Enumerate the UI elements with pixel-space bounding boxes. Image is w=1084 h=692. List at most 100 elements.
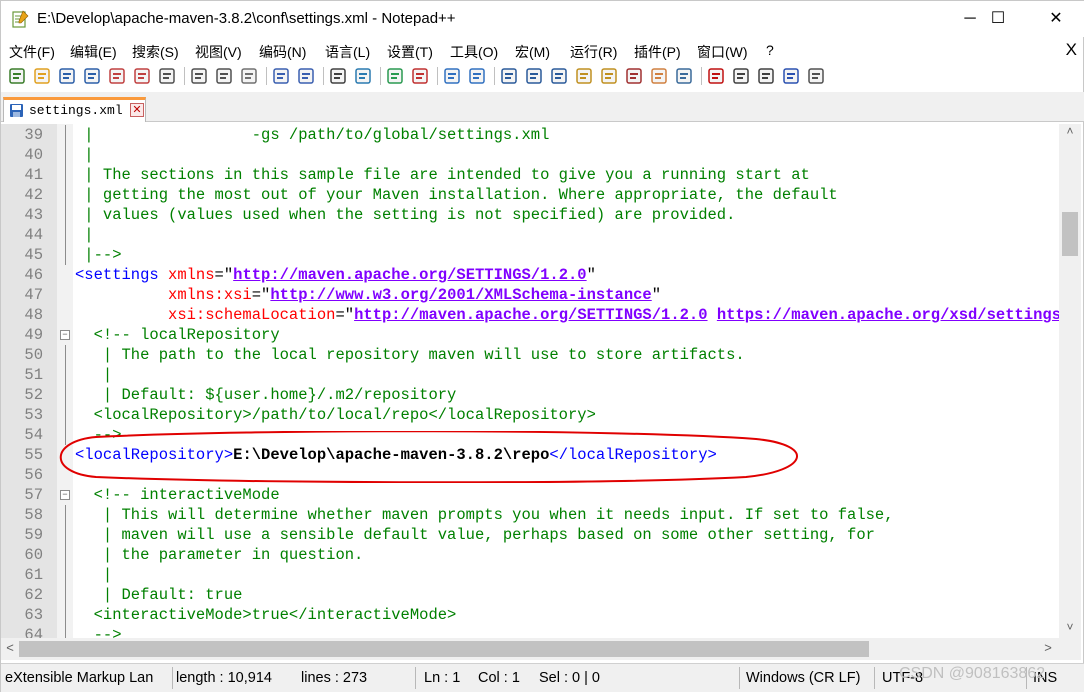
line-number: 52 bbox=[24, 386, 43, 404]
scroll-left-button[interactable]: < bbox=[3, 640, 17, 658]
line-number: 46 bbox=[24, 266, 43, 284]
code-line[interactable]: 56 bbox=[1, 465, 1059, 485]
record-macro-icon[interactable] bbox=[706, 66, 726, 86]
menu-encoding[interactable]: 编码(N) bbox=[259, 42, 306, 62]
run-macro-multiple-icon[interactable] bbox=[781, 66, 801, 86]
status-sel: Sel : 0 | 0 bbox=[539, 670, 600, 686]
tab-settings-xml[interactable]: settings.xml ✕ bbox=[3, 97, 146, 122]
notepadpp-app-icon bbox=[12, 10, 29, 28]
line-number: 56 bbox=[24, 466, 43, 484]
udl-icon[interactable] bbox=[574, 66, 594, 86]
tab-close-button[interactable]: ✕ bbox=[130, 103, 144, 117]
menu-help[interactable]: ? bbox=[766, 42, 774, 58]
vertical-scrollbar[interactable]: ˄ ˅ bbox=[1059, 124, 1081, 638]
menu-edit[interactable]: 编辑(E) bbox=[70, 42, 117, 62]
play-macro-icon[interactable] bbox=[756, 66, 776, 86]
code-line[interactable]: 48 xsi:schemaLocation="http://maven.apac… bbox=[1, 305, 1059, 325]
horizontal-scroll-thumb[interactable] bbox=[19, 641, 869, 657]
code-line[interactable]: 53 <localRepository>/path/to/local/repo<… bbox=[1, 405, 1059, 425]
undo-icon[interactable] bbox=[271, 66, 291, 86]
code-line[interactable]: 63 <interactiveMode>true</interactiveMod… bbox=[1, 605, 1059, 625]
code-line[interactable]: 46 <settings xmlns="http://maven.apache.o… bbox=[1, 265, 1059, 285]
code-line[interactable]: 58 | This will determine whether maven p… bbox=[1, 505, 1059, 525]
doc-map-icon[interactable] bbox=[599, 66, 619, 86]
code-editor[interactable]: 39 | -gs /path/to/global/settings.xml 40 … bbox=[1, 124, 1059, 638]
code-line[interactable]: 64 --> bbox=[1, 625, 1059, 638]
menu-language[interactable]: 语言(L) bbox=[325, 42, 370, 62]
menu-view[interactable]: 视图(V) bbox=[195, 42, 242, 62]
menu-plugins[interactable]: 插件(P) bbox=[634, 42, 681, 62]
scroll-down-button[interactable]: ˅ bbox=[1059, 620, 1081, 638]
scroll-up-button[interactable]: ˄ bbox=[1059, 124, 1081, 142]
code-line[interactable]: 42 | getting the most out of your Maven … bbox=[1, 185, 1059, 205]
status-eol[interactable]: Windows (CR LF) bbox=[746, 670, 860, 686]
menu-window[interactable]: 窗口(W) bbox=[697, 42, 748, 62]
menu-search[interactable]: 搜索(S) bbox=[132, 42, 179, 62]
code-line[interactable]: 41 | The sections in this sample file ar… bbox=[1, 165, 1059, 185]
new-file-icon[interactable] bbox=[7, 66, 27, 86]
print-icon[interactable] bbox=[157, 66, 177, 86]
code-line[interactable]: 62 | Default: true bbox=[1, 585, 1059, 605]
title-bar[interactable]: E:\Develop\apache-maven-3.8.2\conf\setti… bbox=[1, 1, 1084, 37]
code-line[interactable]: 39 | -gs /path/to/global/settings.xml bbox=[1, 125, 1059, 145]
code-line[interactable]: 55 <localRepository>E:\Develop\apache-mav… bbox=[1, 445, 1059, 465]
save-all-icon[interactable] bbox=[82, 66, 102, 86]
code-text: | bbox=[75, 226, 94, 244]
cut-icon[interactable] bbox=[189, 66, 209, 86]
tab-bar: settings.xml ✕ bbox=[1, 92, 1084, 122]
code-line[interactable]: 52 | Default: ${user.home}/.m2/repositor… bbox=[1, 385, 1059, 405]
fold-guide-line bbox=[65, 345, 66, 365]
scroll-right-button[interactable]: > bbox=[1041, 640, 1055, 658]
redo-icon[interactable] bbox=[296, 66, 316, 86]
menu-macro[interactable]: 宏(M) bbox=[515, 42, 550, 62]
zoom-out-icon[interactable] bbox=[410, 66, 430, 86]
code-line[interactable]: 59 | maven will use a sensible default v… bbox=[1, 525, 1059, 545]
status-language[interactable]: eXtensible Markup Lan bbox=[5, 670, 153, 686]
code-line[interactable]: 49 − <!-- localRepository bbox=[1, 325, 1059, 345]
show-all-chars-icon[interactable] bbox=[524, 66, 544, 86]
find-icon[interactable] bbox=[328, 66, 348, 86]
close-icon[interactable] bbox=[107, 66, 127, 86]
open-file-icon[interactable] bbox=[32, 66, 52, 86]
code-line[interactable]: 61 | bbox=[1, 565, 1059, 585]
menu-tools[interactable]: 工具(O) bbox=[450, 42, 498, 62]
code-line[interactable]: 50 | The path to the local repository ma… bbox=[1, 345, 1059, 365]
code-line[interactable]: 51 | bbox=[1, 365, 1059, 385]
menu-run[interactable]: 运行(R) bbox=[570, 42, 617, 62]
horizontal-scrollbar[interactable]: < > bbox=[1, 638, 1059, 660]
code-text: | the parameter in question. bbox=[75, 546, 364, 564]
code-line[interactable]: 54 --> bbox=[1, 425, 1059, 445]
save-macro-icon[interactable] bbox=[806, 66, 826, 86]
paste-icon[interactable] bbox=[239, 66, 259, 86]
fold-collapse-icon[interactable]: − bbox=[60, 490, 70, 500]
monitoring-icon[interactable] bbox=[674, 66, 694, 86]
sync-vertical-icon[interactable] bbox=[442, 66, 462, 86]
code-line[interactable]: 57 − <!-- interactiveMode bbox=[1, 485, 1059, 505]
stop-recording-icon[interactable] bbox=[731, 66, 751, 86]
maximize-button[interactable]: ☐ bbox=[975, 1, 1021, 37]
indent-guide-icon[interactable] bbox=[549, 66, 569, 86]
code-line[interactable]: 43 | values (values used when the settin… bbox=[1, 205, 1059, 225]
line-number: 49 bbox=[24, 326, 43, 344]
copy-icon[interactable] bbox=[214, 66, 234, 86]
code-line[interactable]: 47 xmlns:xsi="http://www.w3.org/2001/XML… bbox=[1, 285, 1059, 305]
folder-workspace-icon[interactable] bbox=[649, 66, 669, 86]
vertical-scroll-thumb[interactable] bbox=[1062, 212, 1078, 256]
word-wrap-icon[interactable] bbox=[499, 66, 519, 86]
replace-icon[interactable] bbox=[353, 66, 373, 86]
code-line[interactable]: 40 | bbox=[1, 145, 1059, 165]
close-document-button[interactable]: X bbox=[1066, 40, 1077, 60]
menu-settings[interactable]: 设置(T) bbox=[387, 42, 433, 62]
code-line[interactable]: 44 | bbox=[1, 225, 1059, 245]
sync-horizontal-icon[interactable] bbox=[467, 66, 487, 86]
fold-collapse-icon[interactable]: − bbox=[60, 330, 70, 340]
code-line[interactable]: 60 | the parameter in question. bbox=[1, 545, 1059, 565]
code-text: xsi:schemaLocation="http://maven.apache.… bbox=[168, 306, 1059, 324]
save-icon[interactable] bbox=[57, 66, 77, 86]
window-close-button[interactable]: ✕ bbox=[1033, 1, 1079, 37]
zoom-in-icon[interactable] bbox=[385, 66, 405, 86]
menu-file[interactable]: 文件(F) bbox=[9, 42, 55, 62]
close-all-icon[interactable] bbox=[132, 66, 152, 86]
code-line[interactable]: 45 |--> bbox=[1, 245, 1059, 265]
function-list-icon[interactable] bbox=[624, 66, 644, 86]
